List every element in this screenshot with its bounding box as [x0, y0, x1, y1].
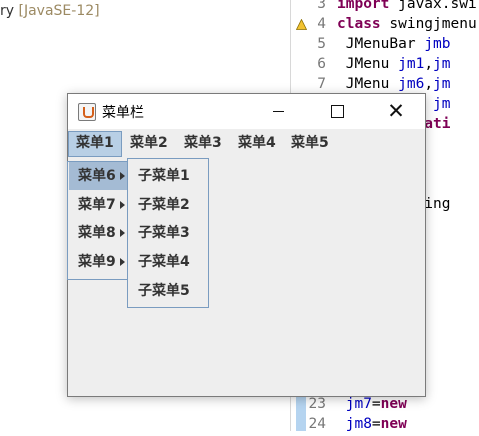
code-token: JMenu	[337, 56, 399, 72]
menu-item-6[interactable]: 菜单6	[69, 162, 128, 190]
code-token: jmb	[424, 36, 451, 52]
menu-4[interactable]: 菜单4	[231, 131, 283, 155]
submenu-item-4[interactable]: 子菜单4	[129, 248, 207, 276]
submenu-item-2[interactable]: 子菜单2	[129, 191, 207, 219]
code-token: jm6	[398, 76, 425, 92]
code-token: javax.swi	[389, 0, 477, 12]
editor-gutter-highlight	[296, 396, 306, 431]
code-token: new	[380, 416, 407, 432]
menu-item-7[interactable]: 菜单7	[69, 191, 128, 219]
code-token: jm	[433, 76, 451, 92]
code-token: jm1	[398, 56, 425, 72]
code-line: 6 JMenu jm1,jm	[296, 56, 479, 76]
code-token: JMenu	[337, 76, 399, 92]
submenu-item-1[interactable]: 子菜单1	[129, 162, 207, 190]
submenu-arrow-icon	[120, 229, 125, 237]
line-number: 6	[317, 56, 326, 72]
menu-2[interactable]: 菜单2	[123, 131, 175, 155]
jre-label-prefix: ry	[0, 3, 15, 19]
title-bar[interactable]: 菜单栏 ✕	[68, 94, 425, 129]
maximize-button[interactable]	[314, 94, 360, 129]
submenu-item-3[interactable]: 子菜单3	[129, 219, 207, 247]
code-line: 3 import javax.swi	[296, 0, 479, 16]
code-token: new	[380, 396, 407, 412]
maximize-icon	[330, 105, 344, 118]
submenu-arrow-icon	[120, 258, 125, 266]
minimize-icon	[272, 111, 284, 112]
menu-6-submenu: 子菜单1 子菜单2 子菜单3 子菜单4 子菜单5	[127, 158, 209, 308]
code-token: ,	[424, 76, 434, 92]
menu-item-9[interactable]: 菜单9	[69, 248, 128, 276]
code-token: swingjmenu	[380, 16, 477, 32]
menu-item-6-label: 菜单6	[78, 168, 116, 184]
code-line: 4 class swingjmenu	[296, 16, 479, 36]
line-number: 5	[317, 36, 326, 52]
code-line: 23 jm7=new	[296, 396, 479, 416]
menu-5[interactable]: 菜单5	[284, 131, 336, 155]
code-line: 5 JMenuBar jmb	[296, 36, 479, 56]
code-token: jm	[433, 56, 451, 72]
code-token: JMenuBar	[337, 36, 425, 52]
code-token: =	[371, 396, 381, 412]
minimize-button[interactable]	[255, 94, 301, 129]
code-token: jm8	[337, 416, 372, 432]
jre-label-suffix: [JavaSE-12]	[18, 3, 100, 19]
submenu-arrow-icon	[120, 172, 125, 180]
code-token: class	[337, 16, 381, 32]
code-token: ,	[424, 56, 434, 72]
close-button[interactable]: ✕	[373, 94, 419, 129]
code-line: 24 jm8=new	[296, 416, 479, 436]
line-number: 7	[317, 76, 326, 92]
menu-bar: 菜单1 菜单2 菜单3 菜单4 菜单5	[68, 129, 425, 157]
line-number: 3	[317, 0, 326, 12]
menu-1-popup: 菜单6 菜单7 菜单8 菜单9	[67, 161, 130, 280]
menu-item-9-label: 菜单9	[78, 254, 116, 270]
warning-icon	[296, 19, 307, 30]
window-title: 菜单栏	[102, 105, 144, 121]
code-token: =	[371, 416, 381, 432]
code-token: import	[337, 0, 390, 12]
code-token: jm	[433, 96, 451, 112]
menu-3[interactable]: 菜单3	[177, 131, 229, 155]
menu-item-7-label: 菜单7	[78, 197, 116, 213]
menu-1[interactable]: 菜单1	[68, 131, 122, 157]
java-app-icon	[78, 103, 96, 121]
submenu-arrow-icon	[120, 201, 125, 209]
menu-item-8[interactable]: 菜单8	[69, 219, 128, 247]
submenu-item-5[interactable]: 子菜单5	[129, 277, 207, 305]
close-icon: ✕	[387, 99, 405, 123]
code-token: jm7	[337, 396, 372, 412]
menu-item-8-label: 菜单8	[78, 225, 116, 241]
jre-library-label[interactable]: ry [JavaSE-12]	[0, 3, 100, 19]
